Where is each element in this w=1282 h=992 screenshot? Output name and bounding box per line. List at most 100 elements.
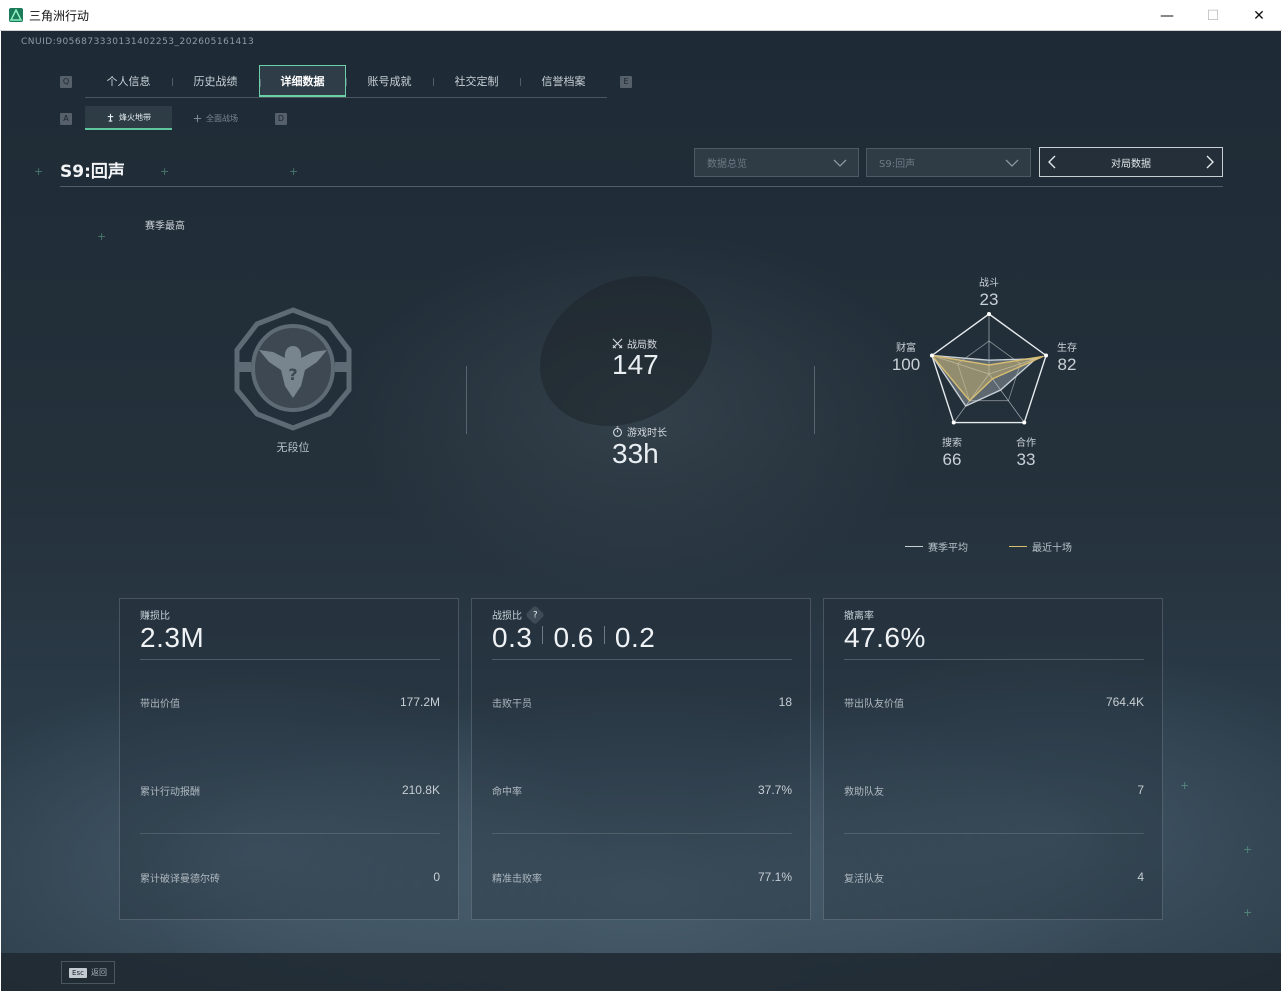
stat-row: 救助队友 7 xyxy=(844,783,1144,798)
ratio-divider xyxy=(542,626,544,644)
row-divider xyxy=(844,833,1144,834)
stat-row: 精准击败率 77.1% xyxy=(492,870,792,885)
tab-history[interactable]: 历史战绩 xyxy=(172,65,259,97)
stat-row-value: 177.2M xyxy=(399,695,440,709)
card-big-value: 47.6% xyxy=(844,622,926,653)
main-tabbar: 个人信息 历史战绩 详细数据 账号成就 社交定制 信誉档案 xyxy=(85,65,607,98)
legend-season-avg-label: 赛季平均 xyxy=(928,543,968,554)
kd-card: 战损比 ? 0.3 0.6 0.2 击败干员 18 命中率 37.7% 精准击败率 77.… xyxy=(471,598,811,920)
help-icon-glyph: ? xyxy=(532,609,538,620)
legend-swatch xyxy=(1009,546,1027,547)
tab-next-key[interactable]: E xyxy=(620,76,632,88)
stat-row-value: 37.7% xyxy=(757,783,792,797)
decor-plus-icon: + xyxy=(160,165,170,178)
maximize-button[interactable]: ☐ xyxy=(1190,0,1236,31)
beacon-icon xyxy=(107,113,114,122)
app-logo-icon xyxy=(9,8,23,22)
tab-hazard-zone-label: 烽火地带 xyxy=(119,112,151,122)
data-type-dropdown-value: 数据总览 xyxy=(707,159,747,170)
stat-row: 累计破译曼德尔砖 0 xyxy=(140,870,440,885)
stat-row-value: 0 xyxy=(433,870,440,884)
stat-row-value: 7 xyxy=(1137,783,1144,797)
season-dropdown[interactable]: S9:回声 xyxy=(866,148,1031,177)
data-type-dropdown[interactable]: 数据总览 xyxy=(694,148,859,177)
subtab-prev-key[interactable]: A xyxy=(60,113,72,125)
card-divider xyxy=(140,659,440,660)
chevron-left-icon[interactable] xyxy=(1046,155,1058,169)
subtab-next-key[interactable]: D xyxy=(275,113,287,125)
chevron-down-icon xyxy=(1005,159,1019,167)
stat-row: 复活队友 4 xyxy=(844,870,1144,885)
radar-axis-value-survival: 82 xyxy=(1057,355,1077,374)
playtime-label-text: 游戏时长 xyxy=(627,428,667,439)
stat-row-label: 命中率 xyxy=(492,787,522,798)
stat-row-value: 764.4K xyxy=(1105,695,1144,709)
profit-card: 赚损比 2.3M 带出价值 177.2M 累计行动报酬 210.8K 累计破译曼德尔… xyxy=(119,598,459,920)
radar-axis-label-search: 搜索 xyxy=(942,438,962,449)
matches-value: 147 xyxy=(612,349,659,380)
stat-row: 带出队友价值 764.4K xyxy=(844,695,1144,710)
chevron-down-icon xyxy=(833,159,847,167)
playtime-value: 33h xyxy=(612,438,659,469)
tab-hazard-zone[interactable]: 烽火地带 xyxy=(85,106,172,130)
back-button[interactable]: Esc 返回 xyxy=(61,961,115,984)
pager-label[interactable]: 对局数据 xyxy=(1111,155,1151,170)
stat-row: 命中率 37.7% xyxy=(492,783,792,798)
tab-full-battlefield-label: 全面战场 xyxy=(206,113,238,123)
esc-key-badge: Esc xyxy=(69,967,87,978)
ratio-divider xyxy=(603,626,605,644)
radar-axis-value-search: 66 xyxy=(942,450,962,469)
stat-row-label: 击败干员 xyxy=(492,699,532,710)
tab-full-battlefield[interactable]: 全面战场 xyxy=(172,106,259,130)
radar-vertex-dot xyxy=(1022,420,1027,425)
radar-axis-label-teamwork: 合作 xyxy=(1016,438,1036,449)
cnuid-text: CNUID:9056873330131402253_202605161413 xyxy=(21,37,255,47)
svg-text:?: ? xyxy=(288,365,297,384)
decor-plus-icon: + xyxy=(1180,779,1190,792)
radar-axis-value-teamwork: 33 xyxy=(1016,450,1036,469)
stat-row-label: 累计破译曼德尔砖 xyxy=(140,874,220,885)
legend-season-avg: 赛季平均 xyxy=(905,539,968,554)
radar-axis-label-survival: 生存 xyxy=(1057,343,1077,354)
decor-plus-icon: + xyxy=(1243,906,1253,919)
minimize-button[interactable]: — xyxy=(1144,0,1190,31)
tab-social[interactable]: 社交定制 xyxy=(433,65,520,97)
card-label: 战损比 ? xyxy=(492,604,545,625)
radar-vertex-dot xyxy=(987,312,991,316)
tab-personal-info[interactable]: 个人信息 xyxy=(85,65,172,97)
stat-row-label: 复活队友 xyxy=(844,874,884,885)
back-label: 返回 xyxy=(90,968,107,977)
radar-axis-label-wealth: 财富 xyxy=(896,343,916,354)
tab-detailed-data[interactable]: 详细数据 xyxy=(259,65,346,97)
chevron-right-icon[interactable] xyxy=(1204,155,1216,169)
window-title: 三角洲行动 xyxy=(29,8,90,23)
kd-value-1: 0.3 xyxy=(492,622,533,653)
stat-row-label: 带出价值 xyxy=(140,699,180,710)
decor-plus-icon: + xyxy=(97,230,107,243)
stat-row: 累计行动报酬 210.8K xyxy=(140,783,440,798)
stat-row-label: 救助队友 xyxy=(844,787,884,798)
season-dropdown-value: S9:回声 xyxy=(879,159,916,170)
stat-row-label: 累计行动报酬 xyxy=(140,787,200,798)
game-viewport: + + + + + + + CNUID:9056873330131402253_… xyxy=(1,31,1281,991)
stat-row: 击败干员 18 xyxy=(492,695,792,710)
close-button[interactable]: ✕ xyxy=(1236,0,1282,31)
tab-achievements[interactable]: 账号成就 xyxy=(346,65,433,97)
radar-axis-value-wealth: 100 xyxy=(891,355,921,374)
card-divider xyxy=(492,659,792,660)
kd-value-3: 0.2 xyxy=(614,622,656,653)
stopwatch-icon xyxy=(613,426,622,437)
stat-row-value: 210.8K xyxy=(401,783,440,797)
radar-vertex-dot xyxy=(929,353,934,358)
season-divider xyxy=(60,186,1223,187)
card-label: 赚损比 xyxy=(140,611,170,622)
tab-credit[interactable]: 信誉档案 xyxy=(520,65,607,97)
kd-value-2: 0.6 xyxy=(553,622,594,653)
decor-plus-icon: + xyxy=(289,165,299,178)
stat-row-label: 带出队友价值 xyxy=(844,699,904,710)
tab-prev-key[interactable]: Q xyxy=(60,76,72,88)
radar-axis-value-combat: 23 xyxy=(979,290,999,309)
season-best-label: 赛季最高 xyxy=(145,221,185,232)
window-titlebar: 三角洲行动 — ☐ ✕ xyxy=(0,0,1282,31)
card-big-value: 2.3M xyxy=(140,622,205,653)
